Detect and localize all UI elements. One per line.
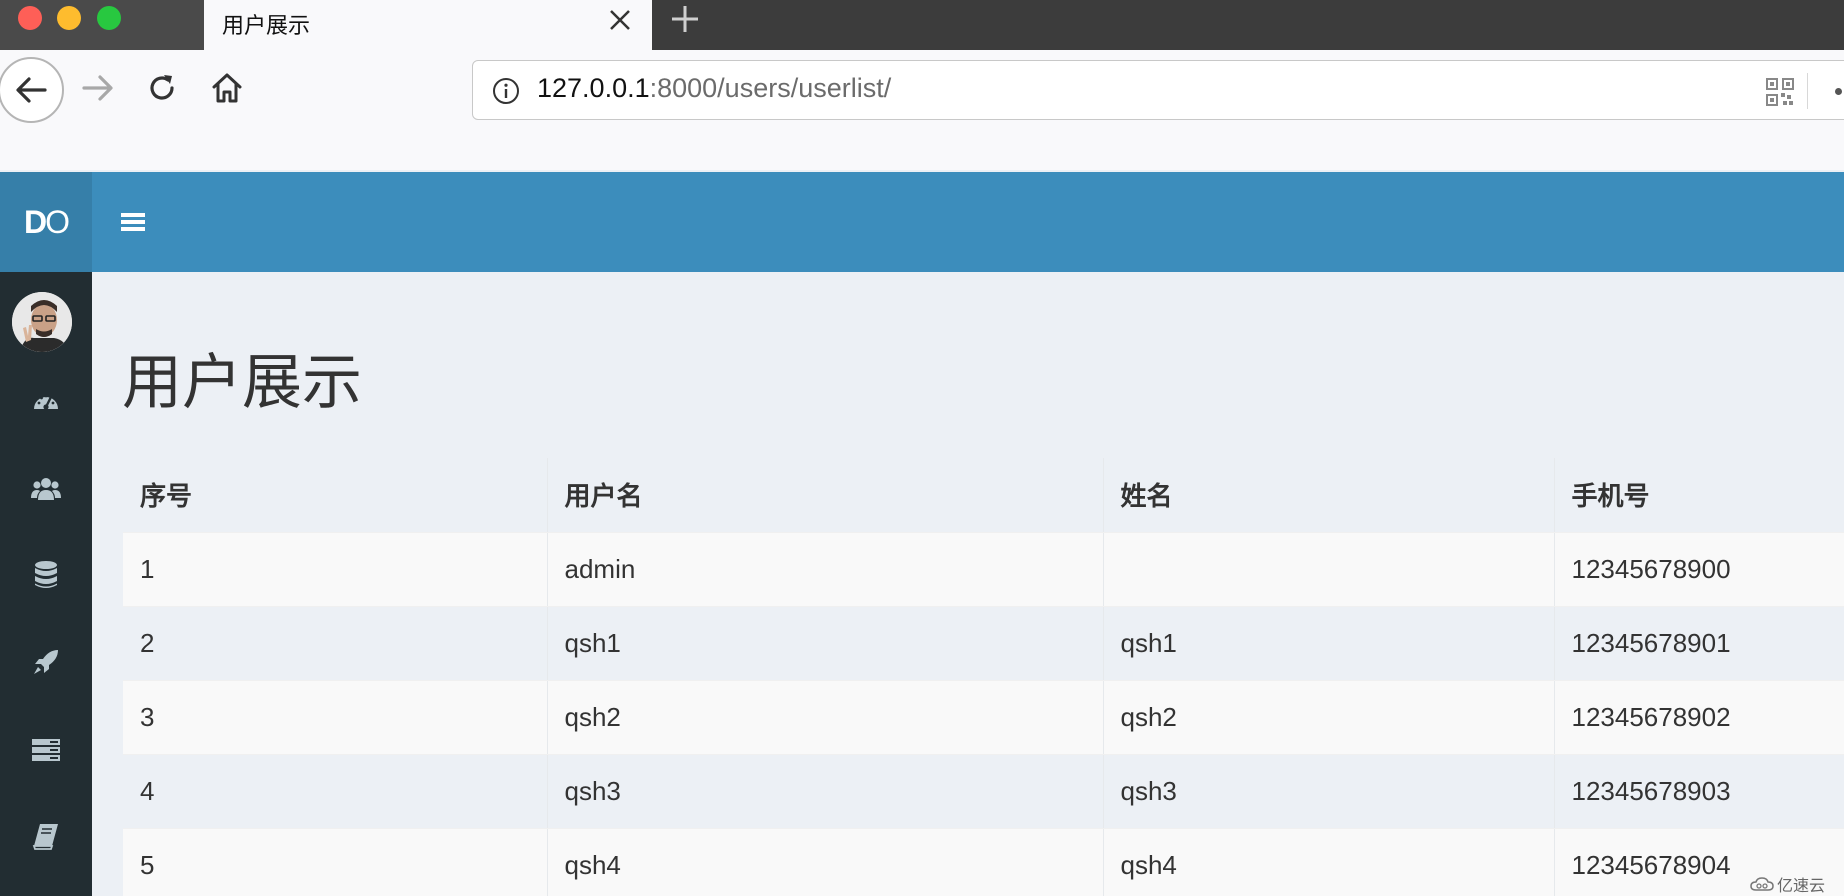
back-button[interactable] [0, 57, 64, 123]
user-table-container: 序号 用户名 姓名 手机号 1 admin 12345678900 2 qsh1… [123, 458, 1844, 896]
avatar[interactable] [12, 292, 72, 352]
column-header-username: 用户名 [547, 458, 1104, 533]
app-header: DO [0, 172, 1844, 272]
table-row: 5 qsh4 qsh4 12345678904 [123, 828, 1844, 896]
window-minimize-button[interactable] [57, 6, 81, 30]
arrow-left-icon [16, 77, 47, 103]
cell-name: qsh4 [1103, 828, 1555, 896]
cell-index: 5 [123, 828, 548, 896]
table-row: 2 qsh1 qsh1 12345678901 [123, 606, 1844, 681]
app-logo[interactable]: DO [0, 172, 92, 272]
new-tab-icon[interactable] [668, 2, 702, 36]
sidebar [0, 272, 92, 896]
sidebar-item-dashboard[interactable] [0, 358, 92, 446]
url-text[interactable]: 127.0.0.1:8000/users/userlist/ [537, 73, 891, 104]
user-table: 序号 用户名 姓名 手机号 1 admin 12345678900 2 qsh1… [123, 458, 1844, 896]
address-bar[interactable]: 127.0.0.1:8000/users/userlist/ [472, 60, 1844, 120]
sidebar-item-deploy[interactable] [0, 618, 92, 706]
browser-tab-active[interactable]: 用户展示 [204, 0, 652, 50]
table-row: 1 admin 12345678900 [123, 532, 1844, 607]
watermark-text: 亿速云 [1777, 876, 1826, 895]
cell-phone: 12345678900 [1554, 532, 1844, 607]
page-title: 用户展示 [122, 348, 362, 418]
table-row: 4 qsh3 qsh3 12345678903 [123, 754, 1844, 829]
forward-button[interactable] [78, 68, 118, 108]
tab-title: 用户展示 [222, 14, 311, 39]
window-zoom-button[interactable] [97, 6, 121, 30]
cell-username: qsh2 [547, 680, 1104, 755]
sidebar-item-users[interactable] [0, 444, 92, 532]
rocket-icon [34, 650, 58, 674]
cell-index: 2 [123, 606, 548, 681]
sidebar-item-servers[interactable] [0, 706, 92, 794]
cell-name [1103, 532, 1555, 607]
column-header-name: 姓名 [1103, 458, 1555, 533]
main-content: 用户展示 序号 用户名 姓名 手机号 1 admin 12345678900 2… [92, 272, 1844, 896]
address-bar-separator [1807, 73, 1808, 109]
reload-button[interactable] [142, 68, 182, 108]
browser-tab-strip: 用户展示 [0, 0, 1844, 50]
cell-username: admin [547, 532, 1104, 607]
cell-name: qsh3 [1103, 754, 1555, 829]
dashboard-icon [34, 394, 58, 410]
cell-username: qsh1 [547, 606, 1104, 681]
logo-text: DO [24, 203, 70, 240]
avatar-image [12, 292, 72, 352]
cell-name: qsh1 [1103, 606, 1555, 681]
cell-index: 3 [123, 680, 548, 755]
database-icon [35, 561, 57, 588]
cell-name: qsh2 [1103, 680, 1555, 755]
cloud-icon [1750, 877, 1774, 891]
home-button[interactable] [205, 66, 249, 110]
users-icon [31, 478, 61, 500]
cell-phone: 12345678901 [1554, 606, 1844, 681]
sidebar-item-docs[interactable] [0, 792, 92, 880]
sidebar-item-database[interactable] [0, 531, 92, 619]
browser-toolbar: 127.0.0.1:8000/users/userlist/ [0, 50, 1844, 170]
reload-icon [150, 75, 174, 100]
url-path: :8000/users/userlist/ [649, 73, 892, 103]
cell-phone: 12345678903 [1554, 754, 1844, 829]
table-header-row: 序号 用户名 姓名 手机号 [123, 458, 1844, 533]
window-close-button[interactable] [18, 6, 42, 30]
column-header-phone: 手机号 [1554, 458, 1844, 533]
server-icon [32, 739, 60, 761]
book-icon [32, 824, 58, 850]
home-icon [212, 73, 242, 103]
cell-phone: 12345678902 [1554, 680, 1844, 755]
cell-index: 4 [123, 754, 548, 829]
cell-username: qsh3 [547, 754, 1104, 829]
table-row: 3 qsh2 qsh2 12345678902 [123, 680, 1844, 755]
tab-close-icon[interactable] [606, 6, 634, 34]
column-header-index: 序号 [123, 458, 548, 533]
cell-index: 1 [123, 532, 548, 607]
info-icon[interactable] [491, 76, 521, 106]
cell-username: qsh4 [547, 828, 1104, 896]
page-actions-icon[interactable] [1835, 88, 1842, 95]
qr-code-icon[interactable] [1765, 77, 1795, 107]
arrow-right-icon [82, 75, 113, 101]
watermark: 亿速云 [1750, 872, 1825, 896]
hamburger-menu-icon[interactable] [118, 208, 148, 236]
url-host: 127.0.0.1 [537, 73, 650, 103]
